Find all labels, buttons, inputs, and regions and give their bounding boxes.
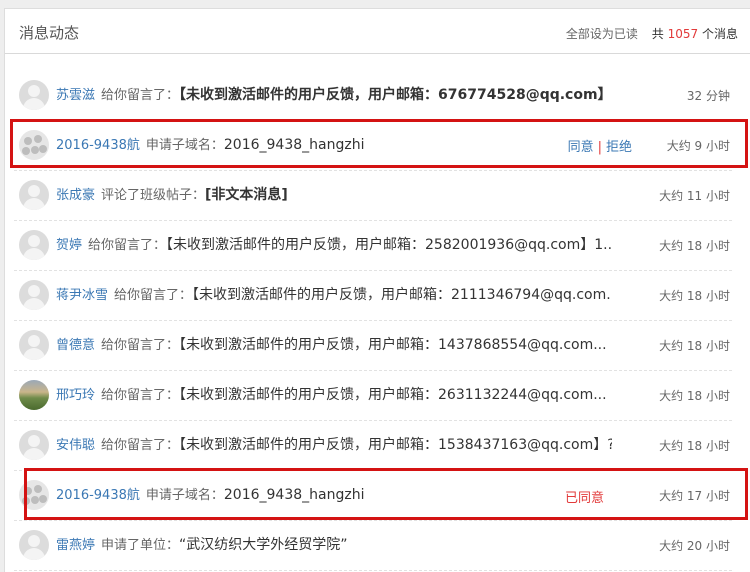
timestamp: 大约 18 小时 [659,389,730,403]
message-text[interactable]: 【未收到激活邮件的用户反馈，用户邮箱：1437868554@qq.com... [179,337,607,353]
highlight-box [10,119,748,168]
action-text: 给你留言了： [101,88,180,103]
timestamp: 大约 18 小时 [659,289,730,303]
message-text[interactable]: 【未收到激活邮件的用户反馈，用户邮箱：2582001936@qq.com】1..… [166,237,612,253]
timestamp: 大约 11 小时 [659,189,730,203]
timestamp: 大约 18 小时 [659,239,730,253]
message-text[interactable]: 【未收到激活邮件的用户反馈，用户邮箱：2631132244@qq.com... [179,387,607,403]
message-text: “武汉纺织大学外经贸学院” [179,537,348,553]
timestamp: 大约 18 小时 [659,339,730,353]
default-avatar-icon[interactable] [19,330,49,360]
list-item: 贺婷 给你留言了：【未收到激活邮件的用户反馈，用户邮箱：2582001936@qq… [14,220,732,271]
highlight-box [24,468,748,520]
list-item: 苏雲滋 给你留言了：【未收到激活邮件的用户反馈，用户邮箱：676774528@qq… [14,70,732,121]
message-text[interactable]: 【未收到激活邮件的用户反馈，用户邮箱：1538437163@qq.com】? [179,437,612,453]
timestamp: 大约 18 小时 [659,439,730,453]
list-item: 张成豪 评论了班级帖子：[非文本消息] 大约 11 小时 [14,170,732,221]
total-prefix: 共 [651,27,664,41]
default-avatar-icon[interactable] [19,280,49,310]
user-link[interactable]: 贺婷 [56,238,82,253]
message-count: 1057 [667,27,699,41]
default-avatar-icon[interactable] [19,80,49,110]
user-link[interactable]: 曾德意 [56,338,95,353]
user-link[interactable]: 邢巧玲 [56,388,95,403]
list-item: 安伟聪 给你留言了：【未收到激活邮件的用户反馈，用户邮箱：1538437163@q… [14,420,732,471]
action-text: 给你留言了： [101,388,180,403]
user-link[interactable]: 苏雲滋 [56,88,95,103]
action-text: 申请了单位： [101,538,180,553]
message-text[interactable]: 【未收到激活邮件的用户反馈，用户邮箱：676774528@qq.com】... [179,87,612,103]
timestamp: 大约 20 小时 [659,539,730,553]
page-title: 消息动态 [19,24,80,42]
message-text[interactable]: 【未收到激活邮件的用户反馈，用户邮箱：2111346794@qq.com... [192,287,612,303]
action-text: 给你留言了： [101,338,180,353]
list-item: 蒋尹冰雪 给你留言了：【未收到激活邮件的用户反馈，用户邮箱：2111346794@… [14,270,732,321]
header-actions: 全部设为已读 共 1057 个消息 [566,25,738,42]
mark-all-read-link[interactable]: 全部设为已读 [566,27,638,41]
default-avatar-icon[interactable] [19,180,49,210]
default-avatar-icon[interactable] [19,230,49,260]
total-suffix: 个消息 [701,27,738,41]
list-item: 曾德意 给你留言了：【未收到激活邮件的用户反馈，用户邮箱：1437868554@q… [14,320,732,371]
list-item: 邢巧玲 给你留言了：【未收到激活邮件的用户反馈，用户邮箱：2631132244@q… [14,370,732,421]
action-text: 评论了班级帖子： [101,188,206,203]
panel-header: 消息动态 全部设为已读 共 1057 个消息 [5,9,750,54]
user-link[interactable]: 雷燕婷 [56,538,95,553]
default-avatar-icon[interactable] [19,430,49,460]
user-link[interactable]: 蒋尹冰雪 [56,288,108,303]
user-link[interactable]: 张成豪 [56,188,95,203]
action-text: 给你留言了： [101,438,180,453]
list-item: 雷燕婷 申请了单位：“武汉纺织大学外经贸学院” 大约 20 小时 [14,520,732,571]
timestamp: 32 分钟 [686,89,730,103]
message-text[interactable]: [非文本消息] [205,187,288,203]
user-link[interactable]: 安伟聪 [56,438,95,453]
default-avatar-icon[interactable] [19,530,49,560]
action-text: 给你留言了： [88,238,167,253]
action-text: 给你留言了： [114,288,193,303]
photo-avatar-icon[interactable] [19,380,49,410]
